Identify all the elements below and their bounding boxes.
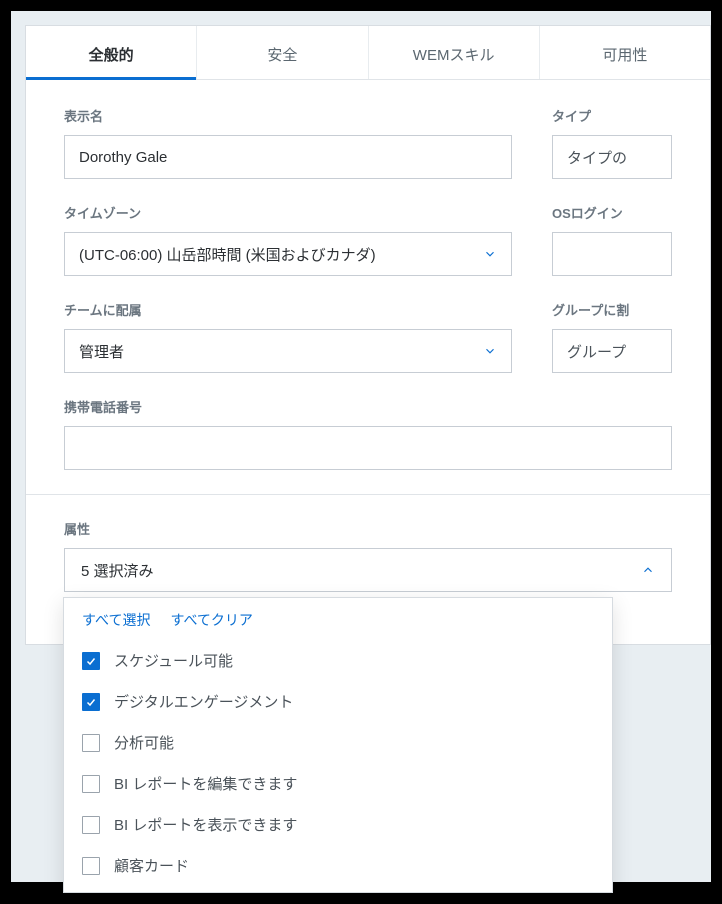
display-name-input[interactable] <box>64 135 512 179</box>
select-all-link[interactable]: すべて選択 <box>82 610 150 630</box>
attribute-option-label: 顧客カード <box>114 855 189 876</box>
label-team: チームに配属 <box>64 300 512 319</box>
timezone-select[interactable]: (UTC-06:00) 山岳部時間 (米国およびカナダ) <box>64 232 512 276</box>
checkbox-icon <box>82 857 100 875</box>
attribute-option-label: 分析可能 <box>114 732 174 753</box>
tab-general[interactable]: 全般的 <box>26 26 196 79</box>
attribute-option-label: BI レポートを編集できます <box>114 773 297 794</box>
tabs: 全般的 安全 WEMスキル 可用性 <box>26 26 710 80</box>
attribute-option[interactable]: 顧客カード <box>64 845 612 886</box>
timezone-select-value: (UTC-06:00) 山岳部時間 (米国およびカナダ) <box>79 244 376 265</box>
attribute-option[interactable]: スケジュール可能 <box>64 640 612 681</box>
mobile-input[interactable] <box>64 426 672 470</box>
attribute-option-label: スケジュール可能 <box>114 650 233 671</box>
attributes-dropdown: すべて選択 すべてクリア スケジュール可能デジタルエンゲージメント分析可能 BI … <box>63 597 613 893</box>
checkbox-icon <box>82 775 100 793</box>
attribute-option[interactable]: 分析可能 <box>64 722 612 763</box>
label-group: グループに割 <box>552 300 672 319</box>
os-login-input[interactable] <box>552 232 672 276</box>
label-attributes: 属性 <box>64 519 672 538</box>
label-os-login: OSログイン <box>552 203 672 222</box>
checkbox-icon <box>82 693 100 711</box>
type-select-value: タイプの <box>567 147 627 168</box>
attribute-option[interactable]: デジタルエンゲージメント <box>64 681 612 722</box>
chevron-down-icon <box>483 247 497 261</box>
chevron-up-icon <box>641 563 655 577</box>
attribute-option-label: BI レポートを表示できます <box>114 814 297 835</box>
attributes-select[interactable]: 5 選択済み <box>64 548 672 592</box>
label-type: タイプ <box>552 106 672 125</box>
checkbox-icon <box>82 652 100 670</box>
clear-all-link[interactable]: すべてクリア <box>170 610 252 630</box>
label-mobile: 携帯電話番号 <box>64 397 672 416</box>
label-display-name: 表示名 <box>64 106 512 125</box>
group-select-value: グループ <box>567 341 626 362</box>
checkbox-icon <box>82 816 100 834</box>
team-select[interactable]: 管理者 <box>64 329 512 373</box>
attribute-option[interactable]: BI レポートを編集できます <box>64 763 612 804</box>
group-select[interactable]: グループ <box>552 329 672 373</box>
chevron-down-icon <box>483 344 497 358</box>
team-select-value: 管理者 <box>79 341 124 362</box>
label-timezone: タイムゾーン <box>64 203 512 222</box>
attribute-option[interactable]: BI レポートを表示できます <box>64 804 612 845</box>
checkbox-icon <box>82 734 100 752</box>
tab-wem-skills[interactable]: WEMスキル <box>368 26 539 79</box>
attributes-summary: 5 選択済み <box>81 560 154 581</box>
type-select[interactable]: タイプの <box>552 135 672 179</box>
attribute-option-label: デジタルエンゲージメント <box>114 691 293 712</box>
tab-availability[interactable]: 可用性 <box>539 26 710 79</box>
tab-security[interactable]: 安全 <box>196 26 367 79</box>
